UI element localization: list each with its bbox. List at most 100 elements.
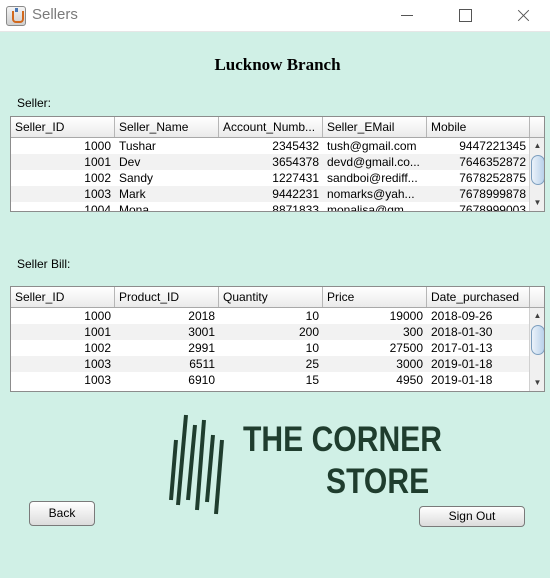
table-cell[interactable]: 1002: [11, 170, 115, 186]
scroll-up-arrow-icon[interactable]: ▲: [530, 309, 544, 323]
seller-col-mobile[interactable]: Mobile: [427, 117, 530, 137]
table-cell[interactable]: tush@gmail.com: [323, 138, 427, 154]
table-cell[interactable]: 300: [323, 324, 427, 340]
scroll-down-arrow-icon[interactable]: ▼: [530, 196, 544, 210]
table-cell[interactable]: 2345432: [219, 138, 323, 154]
table-cell[interactable]: 27500: [323, 340, 427, 356]
table-cell[interactable]: Dev: [115, 154, 219, 170]
table-cell[interactable]: 8871833: [219, 202, 323, 211]
table-cell[interactable]: monalisa@gm...: [323, 202, 427, 211]
table-row[interactable]: 1003 6511 25 3000 2019-01-18: [11, 356, 529, 372]
maximize-icon[interactable]: [442, 0, 488, 32]
scroll-up-arrow-icon[interactable]: ▲: [530, 139, 544, 153]
table-cell[interactable]: 2017-01-13: [427, 340, 529, 356]
table-cell[interactable]: 1004: [11, 202, 115, 211]
table-cell[interactable]: devd@gmail.co...: [323, 154, 427, 170]
scroll-thumb[interactable]: [531, 155, 544, 185]
table-cell[interactable]: 3001: [115, 324, 219, 340]
logo-text-line2: STORE: [326, 462, 430, 501]
table-cell[interactable]: 1003: [11, 372, 115, 388]
table-cell[interactable]: 2019-01-18: [427, 356, 529, 372]
window-title: Sellers: [32, 6, 78, 23]
table-row[interactable]: 1002 Sandy 1227431 sandboi@rediff... 7678252…: [11, 170, 529, 186]
table-cell[interactable]: Sandy: [115, 170, 219, 186]
table-cell[interactable]: Mark: [115, 186, 219, 202]
title-bar: Sellers: [0, 0, 550, 32]
back-button[interactable]: Back: [29, 501, 95, 526]
seller-table[interactable]: Seller_ID Seller_Name Account_Numb... Se…: [10, 116, 545, 212]
table-cell[interactable]: 19000: [323, 308, 427, 324]
branch-heading: Lucknow Branch: [214, 55, 341, 74]
scroll-thumb[interactable]: [531, 325, 544, 355]
table-cell[interactable]: 7646352872: [427, 154, 529, 170]
table-row[interactable]: 1000 2018 10 19000 2018-09-26: [11, 308, 529, 324]
bill-col-price[interactable]: Price: [323, 287, 427, 307]
table-cell[interactable]: Tushar: [115, 138, 219, 154]
table-cell[interactable]: 6910: [115, 372, 219, 388]
table-cell[interactable]: 2018: [115, 308, 219, 324]
table-cell[interactable]: 3654378: [219, 154, 323, 170]
table-cell[interactable]: 3000: [323, 356, 427, 372]
bill-col-product-id[interactable]: Product_ID: [115, 287, 219, 307]
table-cell[interactable]: 15: [219, 372, 323, 388]
table-cell[interactable]: 10: [219, 340, 323, 356]
seller-col-seller-email[interactable]: Seller_EMail: [323, 117, 427, 137]
table-cell[interactable]: 7678252875: [427, 170, 529, 186]
logo-stroke: [195, 419, 206, 511]
table-row[interactable]: 1000 Tushar 2345432 tush@gmail.com 944722134…: [11, 138, 529, 154]
table-cell[interactable]: 7678999878: [427, 186, 529, 202]
table-cell[interactable]: 2018-01-30: [427, 324, 529, 340]
table-cell[interactable]: 2018-09-26: [427, 308, 529, 324]
table-row[interactable]: 1004 Mona 8871833 monalisa@gm... 7678999003: [11, 202, 529, 211]
logo-stroke: [205, 434, 215, 503]
seller-scrollbar[interactable]: ▲ ▼: [529, 138, 544, 211]
table-cell[interactable]: 25: [219, 356, 323, 372]
seller-col-seller-id[interactable]: Seller_ID: [11, 117, 115, 137]
logo-stroke: [176, 414, 188, 506]
table-cell[interactable]: 4950: [323, 372, 427, 388]
bill-table-body: 1000 2018 10 19000 2018-09-26 1001 3001 200 300 2…: [11, 308, 529, 391]
logo-stroke: [214, 439, 224, 515]
seller-col-seller-name[interactable]: Seller_Name: [115, 117, 219, 137]
bill-col-quantity[interactable]: Quantity: [219, 287, 323, 307]
bill-col-date-purchased[interactable]: Date_purchased: [427, 287, 530, 307]
minimize-icon[interactable]: [384, 0, 430, 32]
logo-stroke: [186, 424, 197, 501]
seller-table-body: 1000 Tushar 2345432 tush@gmail.com 944722134…: [11, 138, 529, 211]
table-cell[interactable]: 1001: [11, 154, 115, 170]
logo-text-line1: THE CORNER: [243, 420, 443, 459]
table-cell[interactable]: 7678999003: [427, 202, 529, 211]
seller-bill-label: Seller Bill:: [17, 257, 71, 271]
table-cell[interactable]: 1000: [11, 308, 115, 324]
table-cell[interactable]: nomarks@yah...: [323, 186, 427, 202]
scroll-down-arrow-icon[interactable]: ▼: [530, 376, 544, 390]
bill-col-seller-id[interactable]: Seller_ID: [11, 287, 115, 307]
table-cell[interactable]: 1003: [11, 356, 115, 372]
close-icon[interactable]: [500, 0, 546, 32]
table-row[interactable]: 1002 2991 10 27500 2017-01-13: [11, 340, 529, 356]
table-cell[interactable]: 2019-01-18: [427, 372, 529, 388]
table-cell[interactable]: 1227431: [219, 170, 323, 186]
table-row[interactable]: 1001 Dev 3654378 devd@gmail.co... 7646352872: [11, 154, 529, 170]
table-cell[interactable]: 2991: [115, 340, 219, 356]
table-cell[interactable]: 9447221345: [427, 138, 529, 154]
table-cell[interactable]: 200: [219, 324, 323, 340]
table-row[interactable]: 1003 6910 15 4950 2019-01-18: [11, 372, 529, 388]
logo-stroke: [169, 439, 178, 501]
table-row[interactable]: 1001 3001 200 300 2018-01-30: [11, 324, 529, 340]
table-row[interactable]: 1003 Mark 9442231 nomarks@yah... 7678999878: [11, 186, 529, 202]
seller-bill-table[interactable]: Seller_ID Product_ID Quantity Price Date…: [10, 286, 545, 392]
seller-table-header: Seller_ID Seller_Name Account_Numb... Se…: [11, 117, 544, 138]
table-cell[interactable]: 6511: [115, 356, 219, 372]
table-cell[interactable]: 1001: [11, 324, 115, 340]
table-cell[interactable]: sandboi@rediff...: [323, 170, 427, 186]
bill-scrollbar[interactable]: ▲ ▼: [529, 308, 544, 391]
table-cell[interactable]: Mona: [115, 202, 219, 211]
table-cell[interactable]: 9442231: [219, 186, 323, 202]
table-cell[interactable]: 1002: [11, 340, 115, 356]
table-cell[interactable]: 10: [219, 308, 323, 324]
sign-out-button[interactable]: Sign Out: [419, 506, 525, 527]
table-cell[interactable]: 1000: [11, 138, 115, 154]
table-cell[interactable]: 1003: [11, 186, 115, 202]
seller-col-account-number[interactable]: Account_Numb...: [219, 117, 323, 137]
